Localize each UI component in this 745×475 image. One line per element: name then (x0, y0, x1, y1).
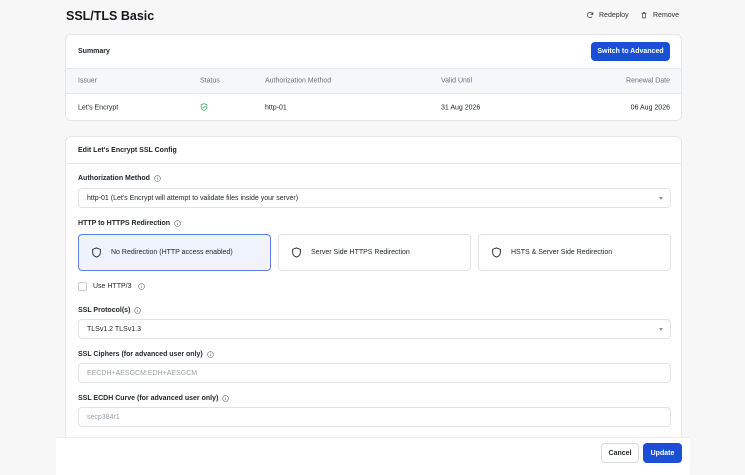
redirection-label: HTTP to HTTPS Redirection (78, 220, 181, 227)
authorization-method-value: http-01 (Let's Encrypt will attempt to v… (87, 194, 299, 202)
chevron-down-icon (659, 328, 663, 331)
info-icon[interactable] (154, 175, 161, 182)
use-http3-label: Use HTTP/3 (93, 283, 132, 290)
redeploy-icon (587, 12, 594, 18)
renewal-date-value: 06 Aug 2026 (630, 104, 670, 111)
page-title: SSL/TLS Basic (66, 9, 155, 23)
summary-header: Summary Switch to Advanced (66, 35, 681, 69)
page-header: SSL/TLS Basic Redeploy Remove (0, 0, 745, 34)
redirect-option-label: HSTS & Server Side Redirection (511, 249, 613, 256)
update-button[interactable]: Update (643, 443, 682, 463)
redeploy-label: Redeploy (599, 11, 629, 19)
info-icon[interactable] (134, 307, 142, 314)
info-icon[interactable] (206, 351, 214, 358)
shield-icon (492, 247, 501, 258)
switch-to-advanced-button[interactable]: Switch to Advanced (591, 42, 670, 61)
valid-until-value: 31 Aug 2026 (441, 104, 481, 111)
config-header: Edit Let's Encrypt SSL Config (66, 137, 681, 164)
issuer-value: Let's Encrypt (78, 104, 119, 111)
ssl-ciphers-label: SSL Ciphers (for advanced user only) (78, 351, 214, 358)
shield-check-icon (200, 102, 208, 111)
redirect-option-label: No Redirection (HTTP access enabled) (111, 249, 233, 256)
redeploy-button[interactable]: Redeploy (586, 11, 629, 19)
redirect-option-hsts[interactable]: HSTS & Server Side Redirection (478, 234, 671, 271)
shield-icon (292, 247, 301, 258)
authorization-method-select[interactable]: http-01 (Let's Encrypt will attempt to v… (78, 188, 671, 208)
ssl-ecdh-curve-input[interactable]: secp384r1 (78, 407, 671, 427)
ssl-protocols-label-text: SSL Protocol(s) (78, 307, 131, 314)
remove-button[interactable]: Remove (640, 11, 679, 19)
table-row: Let's Encrypt http-01 31 Aug 2026 06 Aug… (66, 94, 681, 121)
ssl-ecdh-curve-placeholder: secp384r1 (87, 413, 120, 421)
summary-title: Summary (78, 48, 110, 55)
ssl-ciphers-label-text: SSL Ciphers (for advanced user only) (78, 351, 203, 358)
remove-label: Remove (653, 11, 680, 19)
info-icon[interactable] (222, 395, 230, 402)
chevron-down-icon (659, 197, 663, 200)
ssl-protocols-select[interactable]: TLSv1.2 TLSv1.3 (78, 319, 671, 339)
ssl-ciphers-input[interactable]: EECDH+AESGCM:EDH+AESGCM (78, 363, 671, 383)
info-icon[interactable] (174, 220, 181, 227)
redirection-label-text: HTTP to HTTPS Redirection (78, 220, 171, 227)
shield-icon (92, 247, 101, 258)
ssl-ecdh-curve-label-text: SSL ECDH Curve (for advanced user only) (78, 395, 219, 402)
authorization-method-label-text: Authorization Method (78, 175, 150, 182)
ssl-ecdh-curve-label: SSL ECDH Curve (for advanced user only) (78, 395, 230, 402)
redirect-option-label: Server Side HTTPS Redirection (311, 249, 410, 256)
authorization-method-label: Authorization Method (78, 175, 161, 182)
cancel-button[interactable]: Cancel (601, 443, 639, 463)
info-icon[interactable] (137, 283, 145, 290)
ssl-ciphers-placeholder: EECDH+AESGCM:EDH+AESGCM (87, 369, 198, 377)
ssl-config-card: Edit Let's Encrypt SSL Config Authorizat… (65, 136, 682, 446)
column-status: Status (200, 77, 220, 85)
column-issuer: Issuer (78, 77, 98, 85)
ssl-protocols-label: SSL Protocol(s) (78, 307, 142, 314)
status-badge (200, 102, 208, 113)
use-http3-row: Use HTTP/3 (78, 282, 145, 291)
config-title: Edit Let's Encrypt SSL Config (78, 147, 177, 154)
redirect-option-none[interactable]: No Redirection (HTTP access enabled) (78, 234, 271, 271)
summary-table-header: Issuer Status Authorization Method Valid… (66, 69, 681, 94)
column-renewal-date: Renewal Date (626, 77, 670, 85)
authorization-method-value: http-01 (265, 104, 287, 111)
use-http3-checkbox[interactable] (78, 282, 87, 291)
action-footer (56, 437, 690, 475)
redirect-option-server-side[interactable]: Server Side HTTPS Redirection (278, 234, 471, 271)
column-authorization-method: Authorization Method (265, 77, 332, 85)
trash-icon (641, 12, 647, 19)
column-valid-until: Valid Until (441, 77, 472, 85)
summary-card: Summary Switch to Advanced Issuer Status… (65, 34, 682, 121)
ssl-protocols-value: TLSv1.2 TLSv1.3 (87, 325, 141, 333)
